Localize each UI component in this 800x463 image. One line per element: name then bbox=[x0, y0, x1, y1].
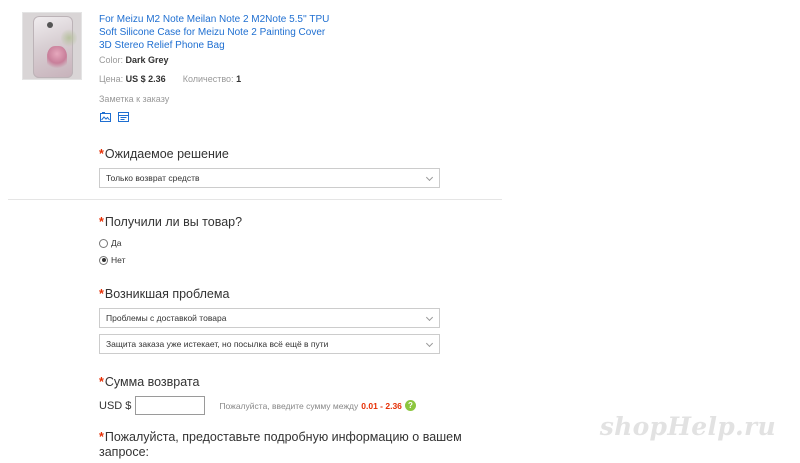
watermark: shopHelp.ru bbox=[599, 412, 776, 441]
quantity-value: 1 bbox=[236, 74, 242, 84]
required-marker: * bbox=[99, 430, 104, 444]
problem-select[interactable]: Проблемы с доставкой товара bbox=[99, 308, 440, 328]
phone-case-image bbox=[33, 16, 77, 78]
received-option-label: Да bbox=[111, 238, 122, 248]
order-note-link[interactable]: Заметка к заказу bbox=[99, 94, 169, 104]
product-title-link[interactable]: For Meizu M2 Note Meilan Note 2 M2Note 5… bbox=[99, 13, 339, 52]
received-label: *Получили ли вы товар? bbox=[99, 215, 242, 229]
required-marker: * bbox=[99, 147, 104, 161]
solution-selected: Только возврат средств bbox=[106, 173, 200, 183]
refund-label-text: Сумма возврата bbox=[104, 375, 200, 389]
refund-amount-row: USD $ Пожалуйста, введите сумму между 0.0… bbox=[99, 396, 416, 415]
color-label: Color: bbox=[99, 55, 124, 65]
details-label-line1: Пожалуйста, предоставьте подробную инфор… bbox=[104, 430, 462, 444]
product-action-icons bbox=[100, 112, 129, 122]
details-label: *Пожалуйста, предоставьте подробную инфо… bbox=[99, 430, 462, 444]
currency-label: USD $ bbox=[99, 399, 132, 412]
refund-amount-input[interactable] bbox=[135, 396, 206, 415]
problem-label: *Возникшая проблема bbox=[99, 287, 229, 301]
quantity-label: Количество: bbox=[182, 74, 234, 84]
price-label: Цена: bbox=[99, 74, 124, 84]
chevron-down-icon bbox=[425, 313, 434, 322]
refund-label: *Сумма возврата bbox=[99, 375, 199, 389]
details-label-line2: запросе: bbox=[99, 445, 150, 459]
required-marker: * bbox=[99, 215, 104, 229]
radio-unchecked-icon[interactable] bbox=[99, 238, 108, 248]
solution-label: *Ожидаемое решение bbox=[99, 147, 229, 161]
camera-lens bbox=[47, 22, 53, 28]
refund-range: 0.01 - 2.36 bbox=[361, 400, 402, 411]
solution-label-text: Ожидаемое решение bbox=[104, 147, 229, 161]
color-value: Dark Grey bbox=[125, 55, 169, 65]
problem-selected: Проблемы с доставкой товара bbox=[106, 313, 227, 323]
received-option-no[interactable]: Нет bbox=[99, 255, 125, 265]
received-option-label: Нет bbox=[111, 255, 126, 265]
refund-hint-text: Пожалуйста, введите сумму между bbox=[219, 400, 359, 411]
order-detail-icon[interactable] bbox=[118, 112, 129, 122]
section-divider bbox=[8, 199, 502, 200]
received-label-text: Получили ли вы товар? bbox=[104, 215, 243, 229]
help-icon[interactable]: ? bbox=[404, 400, 416, 411]
product-thumbnail[interactable] bbox=[22, 12, 82, 80]
received-option-yes[interactable]: Да bbox=[99, 238, 121, 248]
snapshot-icon[interactable] bbox=[100, 112, 111, 122]
chevron-down-icon bbox=[425, 173, 434, 182]
radio-checked-icon[interactable] bbox=[99, 255, 108, 265]
painting-tree bbox=[61, 28, 77, 48]
order-product: For Meizu M2 Note Meilan Note 2 M2Note 5… bbox=[22, 12, 502, 132]
product-color: Color: Dark Grey bbox=[99, 55, 169, 65]
product-price-row: Цена: US $ 2.36 Количество: 1 bbox=[99, 74, 241, 84]
problem-reason-selected: Защита заказа уже истекает, но посылка в… bbox=[106, 339, 329, 349]
refund-hint: Пожалуйста, введите сумму между 0.01 - 2.… bbox=[219, 401, 402, 411]
problem-label-text: Возникшая проблема bbox=[104, 287, 230, 301]
price-value: US $ 2.36 bbox=[125, 74, 166, 84]
solution-select[interactable]: Только возврат средств bbox=[99, 168, 440, 188]
required-marker: * bbox=[99, 287, 104, 301]
problem-reason-select[interactable]: Защита заказа уже истекает, но посылка в… bbox=[99, 334, 440, 354]
chevron-down-icon bbox=[425, 339, 434, 348]
painting-figure bbox=[47, 46, 67, 72]
required-marker: * bbox=[99, 375, 104, 389]
